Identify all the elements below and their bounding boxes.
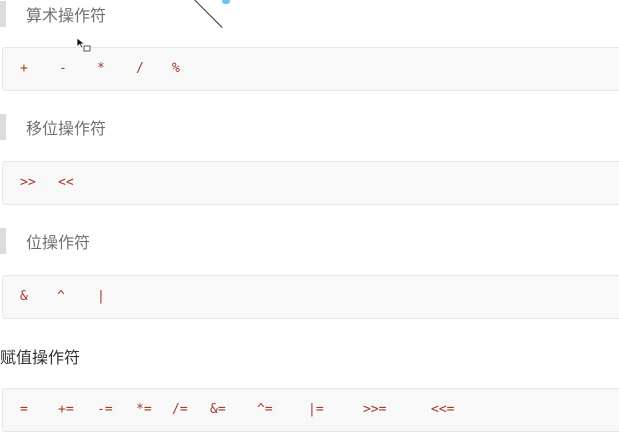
operator-div-assign: /=	[172, 402, 188, 417]
shift-code-block: >> <<	[2, 161, 619, 205]
bitwise-heading-text: 位操作符	[26, 233, 91, 252]
operator-left-shift-assign: <<=	[431, 402, 455, 417]
bitwise-code-block: & ^ |	[2, 275, 619, 319]
operator-minus: -	[59, 61, 67, 76]
quote-bar	[0, 1, 6, 27]
operator-xor: ^	[57, 289, 65, 304]
operator-plus: +	[20, 61, 28, 76]
arithmetic-heading: 算术操作符	[0, 0, 106, 28]
operator-or: |	[97, 289, 105, 304]
operator-right-shift-assign: >>=	[363, 402, 387, 417]
operator-modulo: %	[172, 61, 180, 76]
operator-and: &	[20, 289, 28, 304]
assignment-code-block: = += -= *= /= &= ^= |= >>= <<=	[2, 388, 619, 432]
operator-mul-assign: *=	[136, 402, 152, 417]
operator-right-shift: >>	[20, 175, 36, 190]
operator-sub-assign: -=	[97, 402, 113, 417]
arithmetic-heading-text: 算术操作符	[26, 6, 107, 25]
assignment-heading: 赋值操作符	[0, 348, 81, 367]
operator-add-assign: +=	[58, 402, 74, 417]
shift-heading-text: 移位操作符	[26, 119, 107, 138]
operator-multiply: *	[97, 61, 105, 76]
operator-divide: /	[136, 61, 144, 76]
document-page: 算术操作符 + - * / % 移位操作符 >> << 位操作符 & ^ | 赋…	[0, 0, 619, 447]
quote-bar	[0, 114, 6, 140]
bitwise-heading: 位操作符	[0, 227, 90, 255]
operator-and-assign: &=	[210, 402, 226, 417]
shift-heading: 移位操作符	[0, 113, 106, 141]
quote-bar	[0, 228, 6, 254]
operator-or-assign: |=	[308, 402, 324, 417]
annotation-mark	[222, 0, 230, 4]
operator-left-shift: <<	[58, 175, 74, 190]
annotation-line	[188, 0, 223, 28]
operator-assign: =	[20, 402, 28, 417]
operator-xor-assign: ^=	[257, 402, 273, 417]
mouse-cursor-icon	[76, 37, 91, 52]
arithmetic-code-block: + - * / %	[2, 47, 619, 91]
